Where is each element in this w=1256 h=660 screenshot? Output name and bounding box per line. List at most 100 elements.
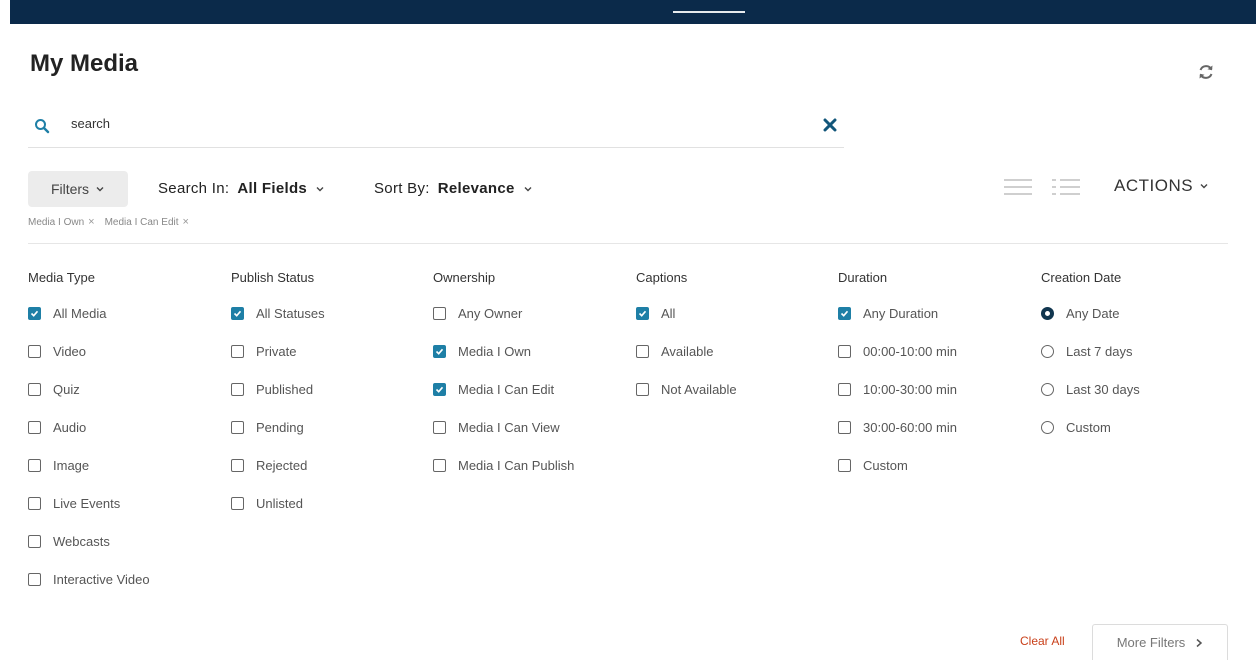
option-label: Last 30 days: [1066, 382, 1140, 397]
filter-option-webcasts[interactable]: Webcasts: [28, 534, 110, 549]
checkbox-icon[interactable]: [231, 383, 244, 396]
filter-option-all-statuses[interactable]: All Statuses: [231, 306, 325, 321]
chevron-down-icon: [524, 186, 532, 191]
filter-option-published[interactable]: Published: [231, 382, 313, 397]
option-label: Quiz: [53, 382, 80, 397]
checkbox-icon[interactable]: [28, 421, 41, 434]
filter-group-creation-date: Creation Date Any Date Last 7 days Last …: [1041, 270, 1140, 435]
filter-option-media-i-can-publish[interactable]: Media I Can Publish: [433, 458, 574, 473]
page-title: My Media: [30, 50, 139, 77]
checkbox-icon[interactable]: [433, 307, 446, 320]
checkbox-checked-icon[interactable]: [231, 307, 244, 320]
filter-option-media-i-can-edit[interactable]: Media I Can Edit: [433, 382, 554, 397]
sort-by-dropdown[interactable]: Sort By: Relevance: [374, 180, 533, 197]
checkbox-icon[interactable]: [28, 573, 41, 586]
filter-option-last-7-days[interactable]: Last 7 days: [1041, 344, 1133, 359]
filter-option-media-i-own[interactable]: Media I Own: [433, 344, 531, 359]
filter-option-any-date[interactable]: Any Date: [1041, 306, 1119, 321]
filter-option-all-media[interactable]: All Media: [28, 306, 106, 321]
checkbox-icon[interactable]: [28, 535, 41, 548]
checkbox-icon[interactable]: [636, 383, 649, 396]
filter-group-title: Creation Date: [1041, 270, 1122, 285]
checkbox-checked-icon[interactable]: [636, 307, 649, 320]
filter-option-audio[interactable]: Audio: [28, 420, 86, 435]
checkbox-checked-icon[interactable]: [28, 307, 41, 320]
active-filter-chip[interactable]: Media I Own ×: [28, 216, 95, 228]
checkbox-icon[interactable]: [231, 459, 244, 472]
active-filter-chip[interactable]: Media I Can Edit ×: [105, 216, 189, 228]
option-label: Rejected: [256, 458, 308, 473]
filter-option-custom-duration[interactable]: Custom: [838, 458, 908, 473]
more-filters-button[interactable]: More Filters: [1092, 624, 1228, 660]
checkbox-icon[interactable]: [231, 497, 244, 510]
detailed-list-view-icon[interactable]: [1050, 176, 1082, 198]
radio-selected-icon[interactable]: [1041, 307, 1054, 320]
more-filters-label: More Filters: [1116, 635, 1186, 650]
filter-option-any-owner[interactable]: Any Owner: [433, 306, 522, 321]
checkbox-icon[interactable]: [838, 421, 851, 434]
checkbox-icon[interactable]: [838, 459, 851, 472]
filter-option-media-i-can-view[interactable]: Media I Can View: [433, 420, 560, 435]
filter-group-title: Publish Status: [231, 270, 315, 285]
checkbox-icon[interactable]: [231, 345, 244, 358]
actions-dropdown[interactable]: ACTIONS: [1114, 176, 1209, 196]
filter-option-not-available[interactable]: Not Available: [636, 382, 737, 397]
radio-icon[interactable]: [1041, 421, 1054, 434]
filter-option-00-10-min[interactable]: 00:00-10:00 min: [838, 344, 957, 359]
filter-group-captions: Captions All Available Not Available: [636, 270, 737, 397]
filter-option-custom-date[interactable]: Custom: [1041, 420, 1111, 435]
filter-option-rejected[interactable]: Rejected: [231, 458, 307, 473]
search-in-prefix: Search In:: [158, 180, 230, 197]
checkbox-checked-icon[interactable]: [838, 307, 851, 320]
filter-option-live-events[interactable]: Live Events: [28, 496, 120, 511]
clear-all-link[interactable]: Clear All: [1020, 634, 1065, 648]
chip-label: Media I Can Edit: [104, 216, 179, 228]
clear-search-icon[interactable]: [822, 117, 838, 133]
option-label: Webcasts: [53, 534, 110, 549]
radio-icon[interactable]: [1041, 383, 1054, 396]
option-label: Custom: [1066, 420, 1111, 435]
checkbox-icon[interactable]: [838, 383, 851, 396]
search-icon[interactable]: [34, 118, 50, 134]
filter-option-pending[interactable]: Pending: [231, 420, 304, 435]
option-label: 10:00-30:00 min: [863, 382, 957, 397]
filter-option-last-30-days[interactable]: Last 30 days: [1041, 382, 1140, 397]
filter-option-30-60-min[interactable]: 30:00-60:00 min: [838, 420, 957, 435]
search-in-dropdown[interactable]: Search In: All Fields: [158, 180, 325, 197]
filter-group-duration: Duration Any Duration 00:00-10:00 min 10…: [838, 270, 957, 473]
checkbox-icon[interactable]: [28, 497, 41, 510]
option-label: Not Available: [661, 382, 737, 397]
filter-option-any-duration[interactable]: Any Duration: [838, 306, 938, 321]
checkbox-checked-icon[interactable]: [433, 383, 446, 396]
search-input[interactable]: search: [71, 116, 110, 131]
sort-by-value: Relevance: [437, 180, 515, 197]
close-icon[interactable]: ×: [88, 216, 94, 228]
filter-option-10-30-min[interactable]: 10:00-30:00 min: [838, 382, 957, 397]
filter-option-private[interactable]: Private: [231, 344, 296, 359]
checkbox-icon[interactable]: [231, 421, 244, 434]
checkbox-icon[interactable]: [28, 345, 41, 358]
checkbox-icon[interactable]: [433, 459, 446, 472]
checkbox-icon[interactable]: [838, 345, 851, 358]
filter-option-all-captions[interactable]: All: [636, 306, 675, 321]
refresh-icon[interactable]: [1196, 62, 1216, 82]
checkbox-icon[interactable]: [433, 421, 446, 434]
option-label: Media I Can Publish: [458, 458, 575, 473]
checkbox-icon[interactable]: [636, 345, 649, 358]
filter-option-video[interactable]: Video: [28, 344, 86, 359]
option-label: Custom: [863, 458, 908, 473]
checkbox-checked-icon[interactable]: [433, 345, 446, 358]
filter-option-image[interactable]: Image: [28, 458, 89, 473]
filter-option-quiz[interactable]: Quiz: [28, 382, 80, 397]
filters-button[interactable]: Filters: [28, 171, 128, 207]
list-view-icon[interactable]: [1002, 176, 1034, 198]
filter-option-interactive-video[interactable]: Interactive Video: [28, 572, 150, 587]
filter-option-available[interactable]: Available: [636, 344, 714, 359]
checkbox-icon[interactable]: [28, 459, 41, 472]
close-icon[interactable]: ×: [183, 216, 189, 228]
checkbox-icon[interactable]: [28, 383, 41, 396]
option-label: All: [661, 306, 676, 321]
radio-icon[interactable]: [1041, 345, 1054, 358]
option-label: Audio: [53, 420, 87, 435]
filter-option-unlisted[interactable]: Unlisted: [231, 496, 303, 511]
